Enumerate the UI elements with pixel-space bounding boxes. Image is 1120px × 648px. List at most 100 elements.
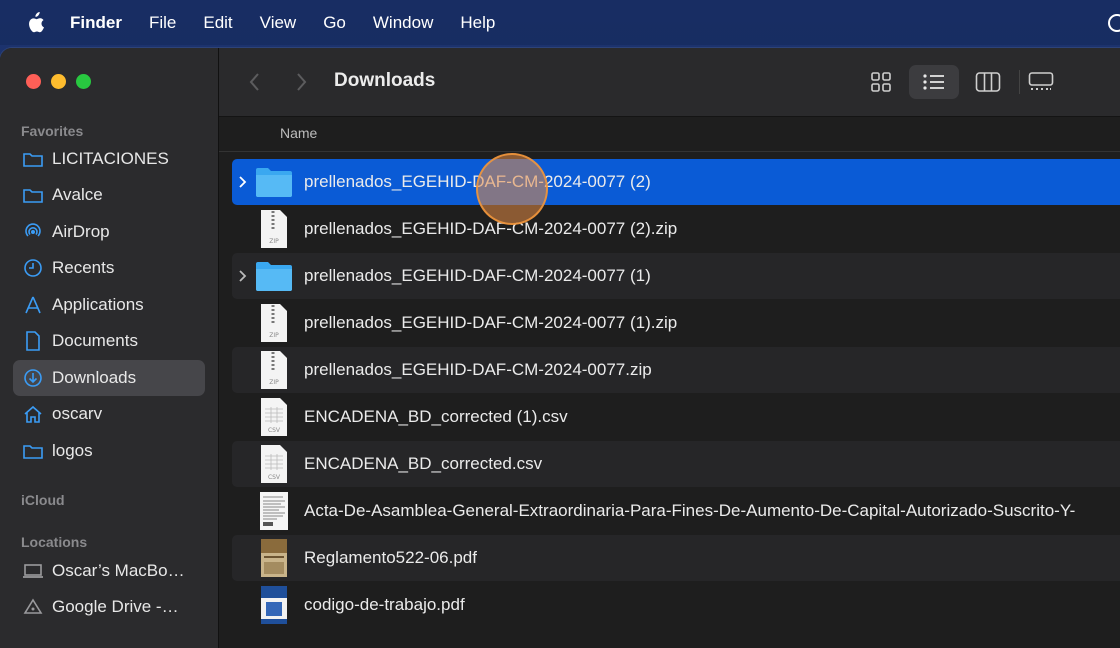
sidebar-item-label: Avalce	[52, 185, 103, 204]
menu-window[interactable]: Window	[373, 13, 433, 33]
back-chevron-icon[interactable]	[243, 70, 267, 94]
gallery-view-button[interactable]	[1016, 65, 1066, 99]
folder-icon	[254, 162, 294, 202]
forward-chevron-icon[interactable]	[289, 70, 313, 94]
sidebar-item-label: Oscar’s MacBo…	[52, 561, 185, 580]
row-spacer	[232, 441, 254, 487]
sidebar-item-logos[interactable]: logos	[13, 433, 205, 469]
sidebar-item-recents[interactable]: Recents	[13, 250, 205, 286]
pdf-thumbnail-icon	[254, 538, 294, 578]
menu-file[interactable]: File	[149, 13, 176, 33]
list-view-button[interactable]	[909, 65, 959, 99]
column-view-button[interactable]	[963, 65, 1013, 99]
column-header[interactable]: Name	[219, 117, 1120, 152]
zip-label: ZIP	[269, 379, 279, 386]
sidebar-item-applications[interactable]: Applications	[13, 287, 205, 323]
document-icon	[22, 330, 44, 352]
file-row[interactable]: Acta-De-Asamblea-General-Extraordinaria-…	[232, 488, 1120, 534]
file-row[interactable]: codigo-de-trabajo.pdf	[232, 582, 1120, 628]
sidebar-item-airdrop[interactable]: AirDrop	[13, 214, 205, 250]
disclosure-chevron-icon[interactable]	[232, 253, 254, 299]
clock-icon	[22, 257, 44, 279]
sidebar-item-avalce[interactable]: Avalce	[13, 177, 205, 213]
minimize-button[interactable]	[51, 74, 66, 89]
row-spacer	[232, 206, 254, 252]
sidebar-item-oscarv[interactable]: oscarv	[13, 396, 205, 432]
pdf-thumbnail-icon	[254, 585, 294, 625]
file-row[interactable]: ZIP prellenados_EGEHID-DAF-CM-2024-0077 …	[232, 300, 1120, 346]
file-row[interactable]: prellenados_EGEHID-DAF-CM-2024-0077 (2)	[232, 159, 1120, 205]
close-button[interactable]	[26, 74, 41, 89]
menu-help[interactable]: Help	[460, 13, 495, 33]
zip-label: ZIP	[269, 238, 279, 245]
menu-view[interactable]: View	[260, 13, 297, 33]
file-row[interactable]: ZIP prellenados_EGEHID-DAF-CM-2024-0077.…	[232, 347, 1120, 393]
sidebar-item-label: logos	[52, 441, 93, 460]
menu-edit[interactable]: Edit	[203, 13, 232, 33]
sidebar-item-licitaciones[interactable]: LICITACIONES	[13, 141, 205, 177]
file-row[interactable]: Reglamento522-06.pdf	[232, 535, 1120, 581]
csv-file-icon: CSV	[254, 397, 294, 437]
row-spacer	[232, 535, 254, 581]
row-spacer	[232, 300, 254, 346]
applications-icon	[22, 294, 44, 316]
file-row[interactable]: CSV ENCADENA_BD_corrected.csv	[232, 441, 1120, 487]
sidebar-item-label: Downloads	[52, 368, 137, 387]
file-name: prellenados_EGEHID-DAF-CM-2024-0077 (2).…	[304, 219, 678, 238]
status-menu-icon[interactable]	[1108, 14, 1120, 32]
airdrop-icon	[22, 221, 44, 243]
row-spacer	[232, 488, 254, 534]
menu-go[interactable]: Go	[323, 13, 346, 33]
file-name: Reglamento522-06.pdf	[304, 548, 477, 567]
columns-icon	[975, 72, 1001, 92]
file-name: prellenados_EGEHID-DAF-CM-2024-0077.zip	[304, 360, 652, 379]
zoom-button[interactable]	[76, 74, 91, 89]
disclosure-chevron-icon[interactable]	[232, 159, 254, 205]
file-row[interactable]: prellenados_EGEHID-DAF-CM-2024-0077 (1)	[232, 253, 1120, 299]
file-name: prellenados_EGEHID-DAF-CM-2024-0077 (2)	[304, 172, 651, 191]
sidebar-item-label: oscarv	[52, 404, 103, 423]
finder-window: Favorites LICITACIONES Avalce AirDrop Re…	[0, 48, 1120, 648]
csv-label: CSV	[268, 427, 281, 434]
folder-icon	[22, 148, 44, 170]
file-name: prellenados_EGEHID-DAF-CM-2024-0077 (1)	[304, 266, 651, 285]
sidebar-item-documents[interactable]: Documents	[13, 323, 205, 359]
csv-file-icon: CSV	[254, 444, 294, 484]
window-controls	[26, 74, 91, 89]
icon-view-button[interactable]	[856, 65, 906, 99]
sidebar-item-label: Documents	[52, 331, 138, 350]
home-icon	[22, 403, 44, 425]
sidebar: Favorites LICITACIONES Avalce AirDrop Re…	[0, 48, 219, 648]
file-name: Acta-De-Asamblea-General-Extraordinaria-…	[304, 501, 1076, 520]
folder-icon	[254, 256, 294, 296]
grid-icon	[871, 72, 891, 92]
folder-icon	[22, 440, 44, 462]
drive-icon	[22, 596, 44, 618]
sidebar-item-google-drive[interactable]: Google Drive -…	[13, 589, 205, 625]
row-spacer	[232, 582, 254, 628]
name-column-label[interactable]: Name	[280, 125, 317, 141]
file-list: Name prellenados_EGEHID-DAF-CM-2024-0077…	[219, 117, 1120, 648]
sidebar-item-label: Applications	[52, 295, 144, 314]
sidebar-item-label: AirDrop	[52, 222, 110, 241]
gallery-icon	[1028, 72, 1054, 90]
menu-app-name[interactable]: Finder	[70, 13, 122, 33]
window-title: Downloads	[334, 70, 436, 91]
row-spacer	[232, 394, 254, 440]
file-name: ENCADENA_BD_corrected.csv	[304, 454, 543, 473]
zip-file-icon: ZIP	[254, 209, 294, 249]
locations-header: Locations	[21, 534, 88, 550]
file-row[interactable]: CSV ENCADENA_BD_corrected (1).csv	[232, 394, 1120, 440]
document-thumbnail-icon	[254, 491, 294, 531]
apple-menu-icon[interactable]	[0, 0, 70, 45]
sidebar-item-macbook[interactable]: Oscar’s MacBo…	[13, 553, 205, 589]
toolbar: Downloads	[219, 48, 1120, 117]
sidebar-item-label: LICITACIONES	[52, 149, 169, 168]
file-name: codigo-de-trabajo.pdf	[304, 595, 465, 614]
menu-bar: Finder File Edit View Go Window Help	[0, 0, 1120, 45]
sidebar-item-label: Recents	[52, 258, 115, 277]
file-row[interactable]: ZIP prellenados_EGEHID-DAF-CM-2024-0077 …	[232, 206, 1120, 252]
download-icon	[22, 367, 44, 389]
sidebar-item-downloads[interactable]: Downloads	[13, 360, 205, 396]
zip-file-icon: ZIP	[254, 303, 294, 343]
